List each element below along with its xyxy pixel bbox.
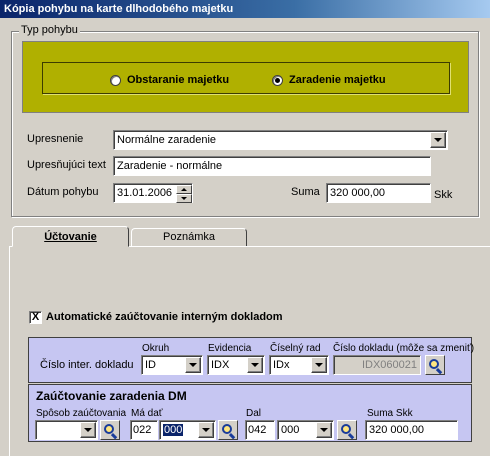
suma-input[interactable]: 320 000,00 xyxy=(326,183,431,203)
ma-dat-dropdown-button[interactable] xyxy=(198,422,214,438)
cislo-dokladu-lookup-button[interactable] xyxy=(425,355,445,375)
document-number-label: Číslo inter. dokladu xyxy=(40,359,134,371)
datum-value: 31.01.2006 xyxy=(117,187,173,199)
cislo-dokladu-input[interactable]: IDX060021 xyxy=(333,355,421,375)
auto-posting-checkbox[interactable]: X xyxy=(29,311,42,324)
upresnenie-label: Upresnenie xyxy=(27,133,84,145)
magnifier-handle xyxy=(435,368,443,375)
ma-dat-label: Má dať xyxy=(131,408,163,419)
radio-zaradenie-label[interactable]: Zaradenie majetku xyxy=(289,74,386,86)
tab-uctovanie-label: Účtovanie xyxy=(44,231,97,243)
ciselny-rad-value: IDx xyxy=(273,359,290,371)
typ-pohybu-legend: Typ pohybu xyxy=(19,24,80,36)
evidencia-dropdown-button[interactable] xyxy=(247,357,263,373)
currency-label: Skk xyxy=(434,189,453,201)
auto-posting-label[interactable]: Automatické zaúčtovanie interným doklado… xyxy=(46,311,283,323)
magnifier-handle xyxy=(110,433,118,440)
dal-dropdown-button[interactable] xyxy=(316,422,332,438)
datum-label: Dátum pohybu xyxy=(27,186,99,198)
ma-dat-account-input[interactable]: 022 xyxy=(130,420,158,440)
dal-lookup-button[interactable] xyxy=(337,420,357,440)
movement-type-frame xyxy=(42,62,450,94)
tab-uctovanie[interactable]: Účtovanie xyxy=(12,226,129,247)
upresnujuci-label: Upresňujúci text xyxy=(27,159,106,171)
okruh-header: Okruh xyxy=(142,343,170,354)
tab-poznamka[interactable]: Poznámka xyxy=(131,228,247,246)
suma-label: Suma xyxy=(291,186,320,198)
upresnenie-select[interactable]: Normálne zaradenie xyxy=(113,130,448,150)
tab-poznamka-label: Poznámka xyxy=(163,231,215,243)
datum-spin-up[interactable] xyxy=(176,185,192,194)
radio-obstaranie-label[interactable]: Obstaranie majetku xyxy=(127,74,229,86)
radio-selected-dot xyxy=(275,78,280,83)
upresnenie-dropdown-button[interactable] xyxy=(430,132,446,148)
ciselny-rad-header: Číselný rad xyxy=(270,343,321,354)
radio-obstaranie[interactable] xyxy=(110,75,121,86)
dal-label: Dal xyxy=(246,408,262,419)
dal-account-input[interactable]: 042 xyxy=(245,420,275,440)
accounting-title: Zaúčtovanie zaradenia DM xyxy=(36,389,187,403)
sposob-label: Spôsob zaúčtovania xyxy=(36,408,127,419)
ciselny-rad-dropdown-button[interactable] xyxy=(311,357,327,373)
checkbox-check-mark: X xyxy=(31,311,40,323)
magnifier-handle xyxy=(347,433,355,440)
evidencia-header: Evidencia xyxy=(208,343,252,354)
ma-dat-lookup-button[interactable] xyxy=(218,420,238,440)
upresnujuci-input[interactable]: Zaradenie - normálne xyxy=(113,156,431,176)
radio-zaradenie[interactable] xyxy=(272,75,283,86)
ma-dat-analytics-value: 000 xyxy=(163,424,184,436)
okruh-dropdown-button[interactable] xyxy=(185,357,201,373)
upresnenie-value: Normálne zaradenie xyxy=(117,134,217,146)
okruh-value: ID xyxy=(145,359,156,371)
window-title: Kópia pohybu na karte dlhodobého majetku xyxy=(0,0,490,18)
suma-skk-label: Suma Skk xyxy=(367,408,413,419)
magnifier-handle xyxy=(228,433,236,440)
evidencia-value: IDX xyxy=(211,359,230,371)
cislo-dokladu-header: Číslo dokladu (môže sa zmeniť) xyxy=(333,343,475,354)
dal-analytics-value: 000 xyxy=(281,424,300,436)
datum-spin-down[interactable] xyxy=(176,194,192,203)
sposob-lookup-button[interactable] xyxy=(100,420,120,440)
suma-skk-input[interactable]: 320 000,00 xyxy=(365,420,458,440)
sposob-dropdown-button[interactable] xyxy=(80,422,96,438)
